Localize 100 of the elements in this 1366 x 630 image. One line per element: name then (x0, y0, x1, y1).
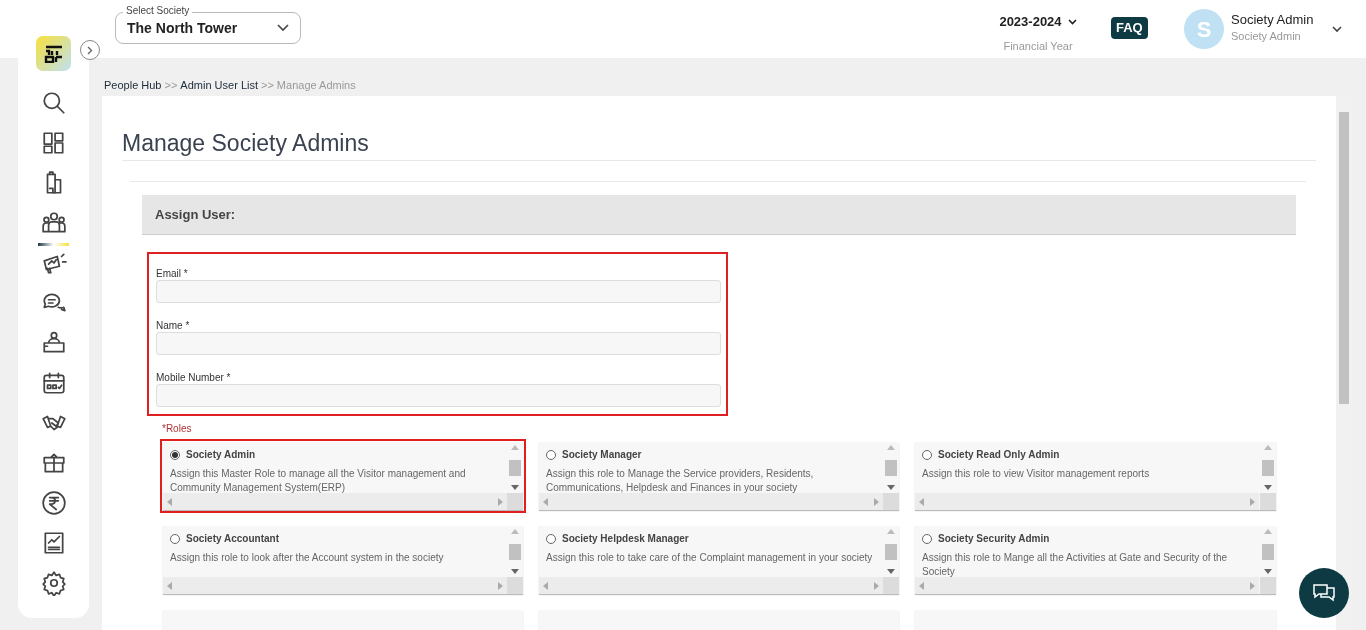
horizontal-scrollbar[interactable] (163, 493, 507, 510)
app-logo[interactable] (36, 36, 71, 71)
scroll-up-icon[interactable] (887, 445, 895, 450)
megaphone-icon (40, 250, 67, 276)
scroll-down-icon[interactable] (1264, 485, 1272, 490)
select-value: The North Tower (127, 18, 239, 38)
section-title: Assign User: (155, 205, 236, 224)
roles-label: *Roles (162, 422, 192, 436)
scroll-left-icon[interactable] (919, 497, 924, 506)
faq-button[interactable]: FAQ (1111, 17, 1148, 39)
scrollbar-corner (883, 493, 899, 510)
field-label: Email * (156, 267, 189, 280)
scroll-down-icon[interactable] (887, 485, 895, 490)
page-title: Manage Society Admins (122, 129, 369, 158)
rupee-icon (40, 490, 67, 516)
role-card[interactable]: Society Read Only Admin Assign this role to view Visitor management reports (915, 442, 1276, 510)
scroll-right-icon[interactable] (498, 581, 503, 590)
role-card[interactable]: Society Accountant Assign this role to look after the Account system in the society (163, 526, 523, 594)
input-field[interactable] (156, 384, 721, 407)
scroll-up-icon[interactable] (1264, 529, 1272, 534)
scrollbar-corner (1260, 577, 1276, 594)
scroll-up-icon[interactable] (511, 445, 519, 450)
scroll-right-icon[interactable] (1250, 581, 1255, 590)
role-description: Assign this role to Manage the Service providers, Residents, Communications, Helpdesk and Finances in your society (546, 467, 815, 495)
role-card[interactable]: Society Helpdesk Manager Assign this role to take care of the Complaint management in your society (539, 526, 899, 594)
scroll-down-icon[interactable] (1264, 569, 1272, 574)
role-name: Society Manager (562, 448, 642, 462)
horizontal-scrollbar[interactable] (163, 577, 507, 594)
scroll-right-icon[interactable] (874, 497, 879, 506)
scrollbar-thumb[interactable] (1262, 543, 1274, 560)
breadcrumb-link[interactable]: Admin User List (180, 77, 258, 94)
scroll-left-icon[interactable] (543, 581, 548, 590)
desk-icon (40, 330, 67, 356)
breadcrumb-current: Manage Admins (276, 78, 356, 93)
radio-button[interactable] (922, 449, 932, 460)
role-description: Assign this role to Mange all the Activities at Gate and Security of the Society (922, 551, 1229, 579)
user-avatar: S (1184, 9, 1224, 49)
input-field[interactable] (156, 332, 721, 355)
settings-icon (40, 570, 67, 596)
breadcrumb-link[interactable]: People Hub (104, 77, 162, 94)
scroll-up-icon[interactable] (887, 529, 895, 534)
field-label: Mobile Number * (156, 371, 232, 384)
scroll-up-icon[interactable] (1264, 445, 1272, 450)
scrollbar-corner (883, 577, 899, 594)
radio-button[interactable] (546, 533, 556, 544)
year-caption: Financial Year (1003, 38, 1073, 54)
scrollbar-thumb[interactable] (1339, 112, 1349, 404)
input-field[interactable] (156, 280, 721, 303)
user-role: Society Admin (1231, 29, 1301, 44)
radio-button[interactable] (170, 533, 180, 544)
scroll-down-icon[interactable] (511, 485, 519, 490)
role-description: Assign this Master Role to manage all the Visitor management and Community Management System(ERP) (170, 467, 467, 495)
calendar-icon (40, 370, 67, 396)
scroll-down-icon[interactable] (887, 569, 895, 574)
scrollbar-corner (507, 577, 523, 594)
role-card[interactable]: Society Security Admin Assign this role to Mange all the Activities at Gate and Security of the Society (915, 526, 1276, 594)
chevron-down-icon (277, 24, 289, 32)
scroll-right-icon[interactable] (1250, 497, 1255, 506)
logo-icon (43, 44, 64, 63)
horizontal-scrollbar[interactable] (915, 577, 1259, 594)
scrollbar-corner (507, 493, 523, 510)
scrollbar-thumb[interactable] (1262, 459, 1274, 476)
user-name: Society Admin (1231, 11, 1314, 29)
scroll-left-icon[interactable] (919, 581, 924, 590)
role-card[interactable]: Society Admin Assign this Master Role to manage all the Visitor management and Community Management System(ERP) (163, 442, 523, 510)
role-card[interactable]: Society Manager Assign this role to Manage the Service providers, Residents, Communications, Helpdesk and Finances in your society (539, 442, 899, 510)
horizontal-scrollbar[interactable] (539, 577, 883, 594)
people-icon (40, 210, 67, 236)
scrollbar-thumb[interactable] (885, 459, 897, 476)
scroll-right-icon[interactable] (498, 497, 503, 506)
dashboard-icon (40, 130, 67, 156)
scroll-left-icon[interactable] (167, 581, 172, 590)
scroll-right-icon[interactable] (874, 581, 879, 590)
scroll-up-icon[interactable] (511, 529, 519, 534)
role-name: Society Admin (186, 448, 256, 462)
search-icon (40, 90, 67, 116)
scroll-left-icon[interactable] (167, 497, 172, 506)
field-label: Name * (156, 319, 191, 332)
radio-button[interactable] (922, 533, 932, 544)
horizontal-scrollbar[interactable] (915, 493, 1259, 510)
chevron-down-icon (1067, 18, 1077, 25)
scrollbar-thumb[interactable] (509, 459, 521, 476)
chevron-down-icon[interactable] (1332, 26, 1342, 33)
chat-icon (1312, 582, 1336, 604)
role-description: Assign this role to look after the Account system in the society (170, 551, 445, 565)
radio-button[interactable] (546, 449, 556, 460)
role-name: Society Accountant (186, 532, 279, 546)
scrollbar-thumb[interactable] (885, 543, 897, 560)
year-dropdown[interactable]: 2023-2024 (999, 12, 1077, 32)
breadcrumb-separator: >> (261, 78, 274, 93)
scrollbar-thumb[interactable] (509, 543, 521, 560)
radio-button[interactable] (170, 449, 180, 460)
chevron-right-icon (87, 45, 93, 55)
scroll-down-icon[interactable] (511, 569, 519, 574)
role-description: Assign this role to view Visitor management reports (922, 467, 1151, 481)
role-name: Society Security Admin (938, 532, 1050, 546)
breadcrumb-separator: >> (164, 78, 178, 93)
role-description: Assign this role to take care of the Complaint management in your society (546, 551, 874, 565)
horizontal-scrollbar[interactable] (539, 493, 883, 510)
scroll-left-icon[interactable] (543, 497, 548, 506)
